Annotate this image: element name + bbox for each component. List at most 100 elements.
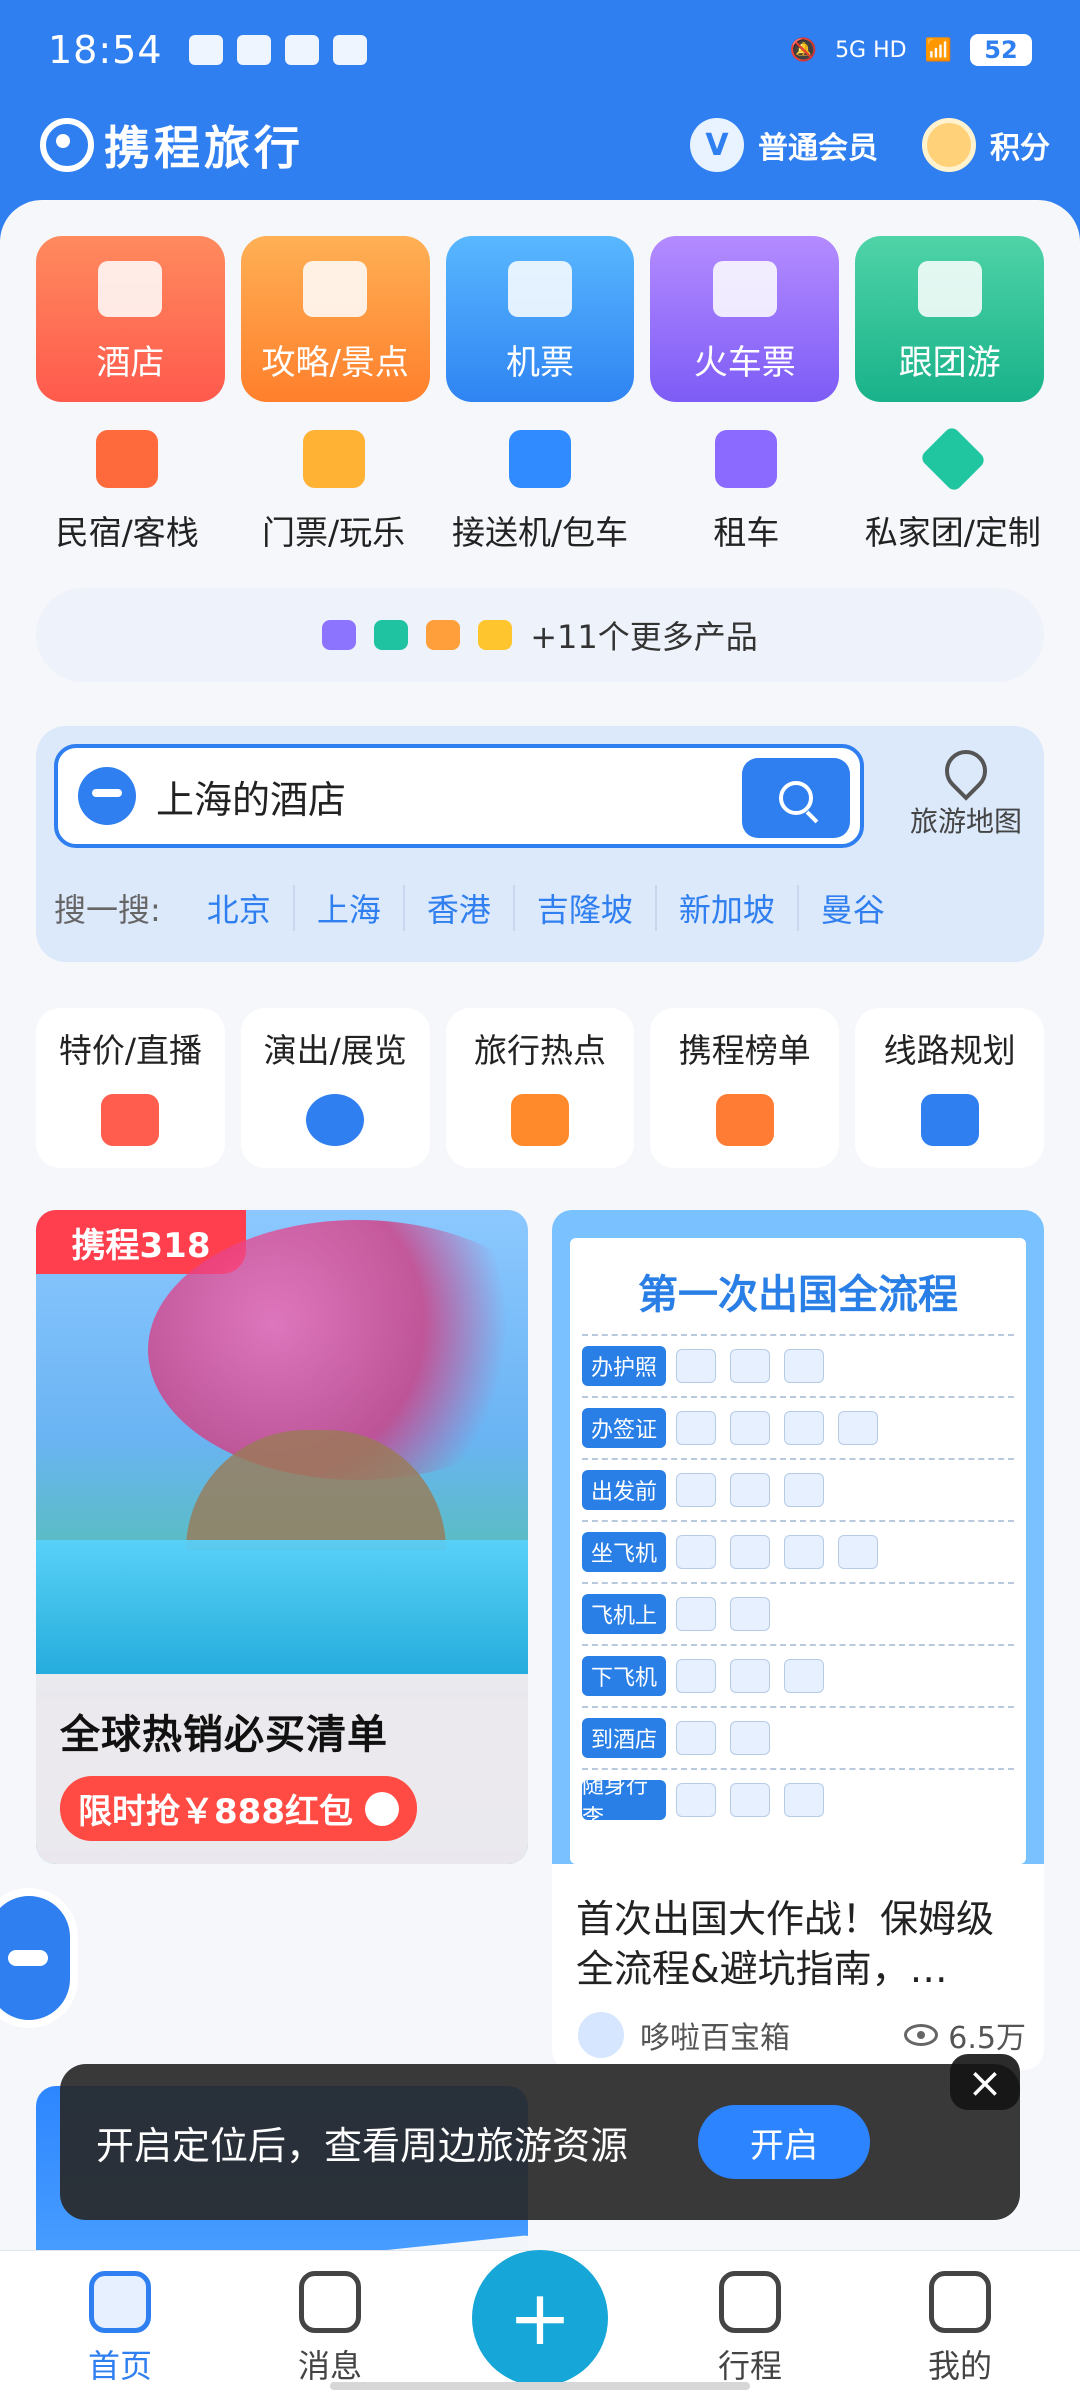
network-label: 5G HD xyxy=(835,37,907,63)
promo-button[interactable]: 限时抢￥888红包 xyxy=(60,1776,417,1841)
member-area[interactable]: V 普通会员 积分 xyxy=(690,118,1050,172)
main-content: 酒店 攻略/景点 机票 火车票 跟团游 民宿/客栈 门票/玩乐 接送机/包车 租… xyxy=(0,200,1080,2250)
promo-card[interactable]: 携程318 全球热销必买清单 限时抢￥888红包 xyxy=(36,1210,528,1864)
service-train[interactable]: 火车票 xyxy=(650,236,840,402)
more-products-bar[interactable]: +11个更多产品 xyxy=(36,588,1044,682)
tab-profile[interactable]: 我的 xyxy=(880,2271,1040,2387)
status-indicators: 🔕 5G HD 📶 52 xyxy=(790,34,1032,66)
search-button[interactable] xyxy=(742,758,850,838)
sheet-item-icon xyxy=(730,1473,770,1507)
more-products-label: +11个更多产品 xyxy=(530,618,758,656)
service-guide[interactable]: 攻略/景点 xyxy=(240,236,430,402)
sheet-row: 随身行李 xyxy=(582,1768,1014,1831)
tab-label: 我的 xyxy=(927,2347,992,2385)
hot-search-item[interactable]: 新加坡 xyxy=(657,885,799,931)
mute-icon: 🔕 xyxy=(789,37,818,63)
sheet-item-icon xyxy=(730,1535,770,1569)
service-transfer[interactable]: 接送机/包车 xyxy=(437,430,643,570)
sheet-row: 办签证 xyxy=(582,1396,1014,1458)
travel-map-button[interactable]: 旅游地图 xyxy=(896,741,1036,846)
sheet-item-icon xyxy=(730,1721,770,1755)
hot-search-item[interactable]: 北京 xyxy=(185,885,295,931)
promo-card-footer: 全球热销必买清单 限时抢￥888红包 xyxy=(36,1674,528,1864)
sheet-item-icon xyxy=(676,1659,716,1693)
service-car-rental[interactable]: 租车 xyxy=(643,430,849,570)
battery-indicator: 52 xyxy=(970,34,1032,66)
service-label: 机票 xyxy=(505,343,574,383)
tab-trips[interactable]: 行程 xyxy=(670,2271,830,2387)
location-toast: 开启定位后，查看周边旅游资源 开启 × xyxy=(60,2054,1020,2220)
sheet-row-label: 办护照 xyxy=(582,1346,666,1386)
map-wave-icon xyxy=(510,1094,569,1146)
sheet-row-label: 随身行李 xyxy=(582,1774,666,1831)
sheet-item-icon xyxy=(784,1473,824,1507)
service-label: 租车 xyxy=(713,513,780,552)
home-icon xyxy=(89,2271,151,2333)
service-tour[interactable]: 跟团游 xyxy=(855,236,1044,402)
sheet-icons xyxy=(676,1597,770,1631)
hot-search-item[interactable]: 曼谷 xyxy=(799,885,907,931)
primary-services: 酒店 攻略/景点 机票 火车票 跟团游 xyxy=(36,236,1044,402)
sheet-item-icon xyxy=(838,1411,878,1445)
author-avatar xyxy=(576,2010,626,2060)
ranking-icon xyxy=(715,1094,774,1146)
secondary-services: 民宿/客栈 门票/玩乐 接送机/包车 租车 私家团/定制 xyxy=(24,425,1056,570)
sheet-item-icon xyxy=(676,1349,716,1383)
sheet-row: 坐飞机 xyxy=(582,1520,1014,1582)
status-bar: 18:54 🔕 5G HD 📶 52 xyxy=(0,0,1080,100)
sheet-row-label: 到酒店 xyxy=(582,1718,666,1758)
car-icon xyxy=(509,430,572,488)
sheet-row-label: 出发前 xyxy=(582,1470,666,1510)
hot-search-item[interactable]: 上海 xyxy=(295,885,405,931)
service-homestay[interactable]: 民宿/客栈 xyxy=(24,430,230,570)
homestay-icon xyxy=(96,430,159,488)
status-app-icons xyxy=(188,35,367,65)
sheet-title: 第一次出国全流程 xyxy=(638,1272,958,1318)
airplane-image xyxy=(115,2233,528,2250)
service-label: 火车票 xyxy=(693,343,796,383)
music-note-icon xyxy=(306,1094,365,1146)
service-hotel[interactable]: 酒店 xyxy=(36,236,225,402)
enable-location-button[interactable]: 开启 xyxy=(698,2105,870,2179)
create-button[interactable]: + xyxy=(472,2250,608,2386)
member-label: 普通会员 xyxy=(758,131,878,166)
sheet-item-icon xyxy=(676,1783,716,1817)
feature-label: 旅行热点 xyxy=(473,1031,606,1070)
article-card[interactable]: 第一次出国全流程 办护照 办签证 出发前 坐飞机 飞机上 下飞机 到酒店 随身行… xyxy=(552,1210,1044,2070)
calendar-icon xyxy=(719,2271,781,2333)
sheet-row-label: 坐飞机 xyxy=(582,1532,666,1572)
member-v-icon: V xyxy=(690,118,744,172)
feature-hotspots[interactable]: 旅行热点 xyxy=(445,1008,635,1168)
feature-label: 线路规划 xyxy=(883,1031,1016,1070)
sheet-icons xyxy=(676,1783,824,1817)
search-input[interactable]: 上海的酒店 xyxy=(54,744,864,848)
dolphin-logo-icon xyxy=(40,118,94,172)
service-private-tour[interactable]: 私家团/定制 xyxy=(850,425,1056,570)
feature-shows[interactable]: 演出/展览 xyxy=(240,1008,430,1168)
ship-icon xyxy=(374,620,409,650)
hot-search-item[interactable]: 吉隆坡 xyxy=(515,885,657,931)
close-icon[interactable]: × xyxy=(950,2054,1020,2110)
feature-rankings[interactable]: 携程榜单 xyxy=(650,1008,840,1168)
article-meta: 哆啦百宝箱 6.5万 xyxy=(576,2010,1026,2060)
tab-messages[interactable]: 消息 xyxy=(250,2271,410,2387)
feature-route-planning[interactable]: 线路规划 xyxy=(855,1008,1044,1168)
service-tickets[interactable]: 门票/玩乐 xyxy=(230,430,436,570)
user-icon xyxy=(929,2271,991,2333)
toast-text: 开启定位后，查看周边旅游资源 xyxy=(96,2123,629,2168)
hot-search-item[interactable]: 香港 xyxy=(405,885,515,931)
tab-home[interactable]: 首页 xyxy=(40,2271,200,2387)
sheet-item-icon xyxy=(730,1659,770,1693)
article-image: 第一次出国全流程 办护照 办签证 出发前 坐飞机 飞机上 下飞机 到酒店 随身行… xyxy=(552,1210,1044,1864)
service-flight[interactable]: 机票 xyxy=(445,236,635,402)
bus-icon xyxy=(322,620,357,650)
notification-app-icon xyxy=(236,35,271,65)
feature-deals-live[interactable]: 特价/直播 xyxy=(36,1008,225,1168)
tag-icon xyxy=(101,1094,160,1146)
sheet-item-icon xyxy=(730,1597,770,1631)
floating-assistant-icon[interactable] xyxy=(0,1888,78,2028)
view-count-value: 6.5万 xyxy=(948,2021,1026,2056)
brand-row: 携程旅行 V 普通会员 积分 xyxy=(40,105,1050,185)
ticket-icon xyxy=(302,430,365,488)
tab-label: 行程 xyxy=(717,2347,782,2385)
